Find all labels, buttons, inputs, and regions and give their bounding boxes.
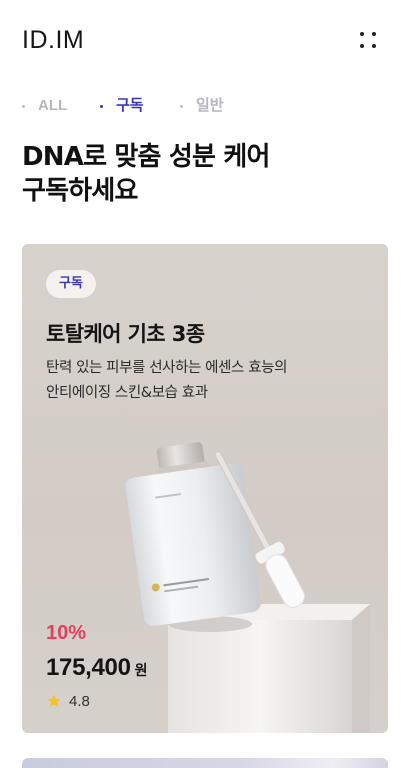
product-card[interactable]: 구독 토탈케어 기초 3종 탄력 있는 피부를 선사하는 에센스 효능의 안티에… — [22, 244, 388, 733]
rating-value: 4.8 — [69, 693, 90, 710]
app-header: ID.IM — [0, 0, 408, 80]
tab-label: 구독 — [116, 97, 144, 114]
tab-label: ALL — [38, 97, 68, 114]
price-currency: 원 — [134, 663, 148, 679]
product-description-line: 탄력 있는 피부를 선사하는 에센스 효능의 — [46, 360, 288, 376]
discount-rate: 10% — [46, 622, 87, 644]
star-icon — [47, 694, 61, 707]
tab-all[interactable]: ALL — [22, 96, 82, 116]
tab-dot-icon — [180, 105, 183, 108]
page-title-line: DNA로 맞춤 성분 케어 — [22, 142, 270, 172]
product-description-line: 안티에이징 스킨&보습 효과 — [46, 385, 208, 401]
category-tabs: ALL 구독 일반 — [22, 96, 382, 116]
tab-general[interactable]: 일반 — [180, 96, 240, 116]
more-dots-icon — [360, 32, 364, 36]
brand-logo[interactable]: ID.IM — [22, 26, 84, 55]
page-title-line: 구독하세요 — [22, 176, 138, 206]
tab-subscription[interactable]: 구독 — [100, 96, 160, 116]
more-menu-button[interactable] — [356, 28, 380, 52]
product-description: 탄력 있는 피부를 선사하는 에센스 효능의 안티에이징 스킨&보습 효과 — [46, 356, 346, 406]
tab-label: 일반 — [196, 97, 224, 114]
more-dots-icon-dot — [360, 44, 364, 48]
page-title: DNA로 맞춤 성분 케어 구독하세요 — [22, 140, 382, 208]
more-dots-icon-dot — [372, 44, 376, 48]
next-product-card[interactable] — [22, 758, 388, 768]
price-value: 175,400 — [46, 654, 131, 681]
product-image — [125, 442, 370, 733]
subscription-badge: 구독 — [46, 270, 96, 298]
price-row: 175,400 원 — [46, 654, 148, 682]
product-name: 토탈케어 기초 3종 — [46, 322, 205, 346]
tab-dot-icon — [22, 105, 25, 108]
tab-dot-icon — [100, 105, 103, 108]
more-dots-icon-dot — [372, 32, 376, 36]
